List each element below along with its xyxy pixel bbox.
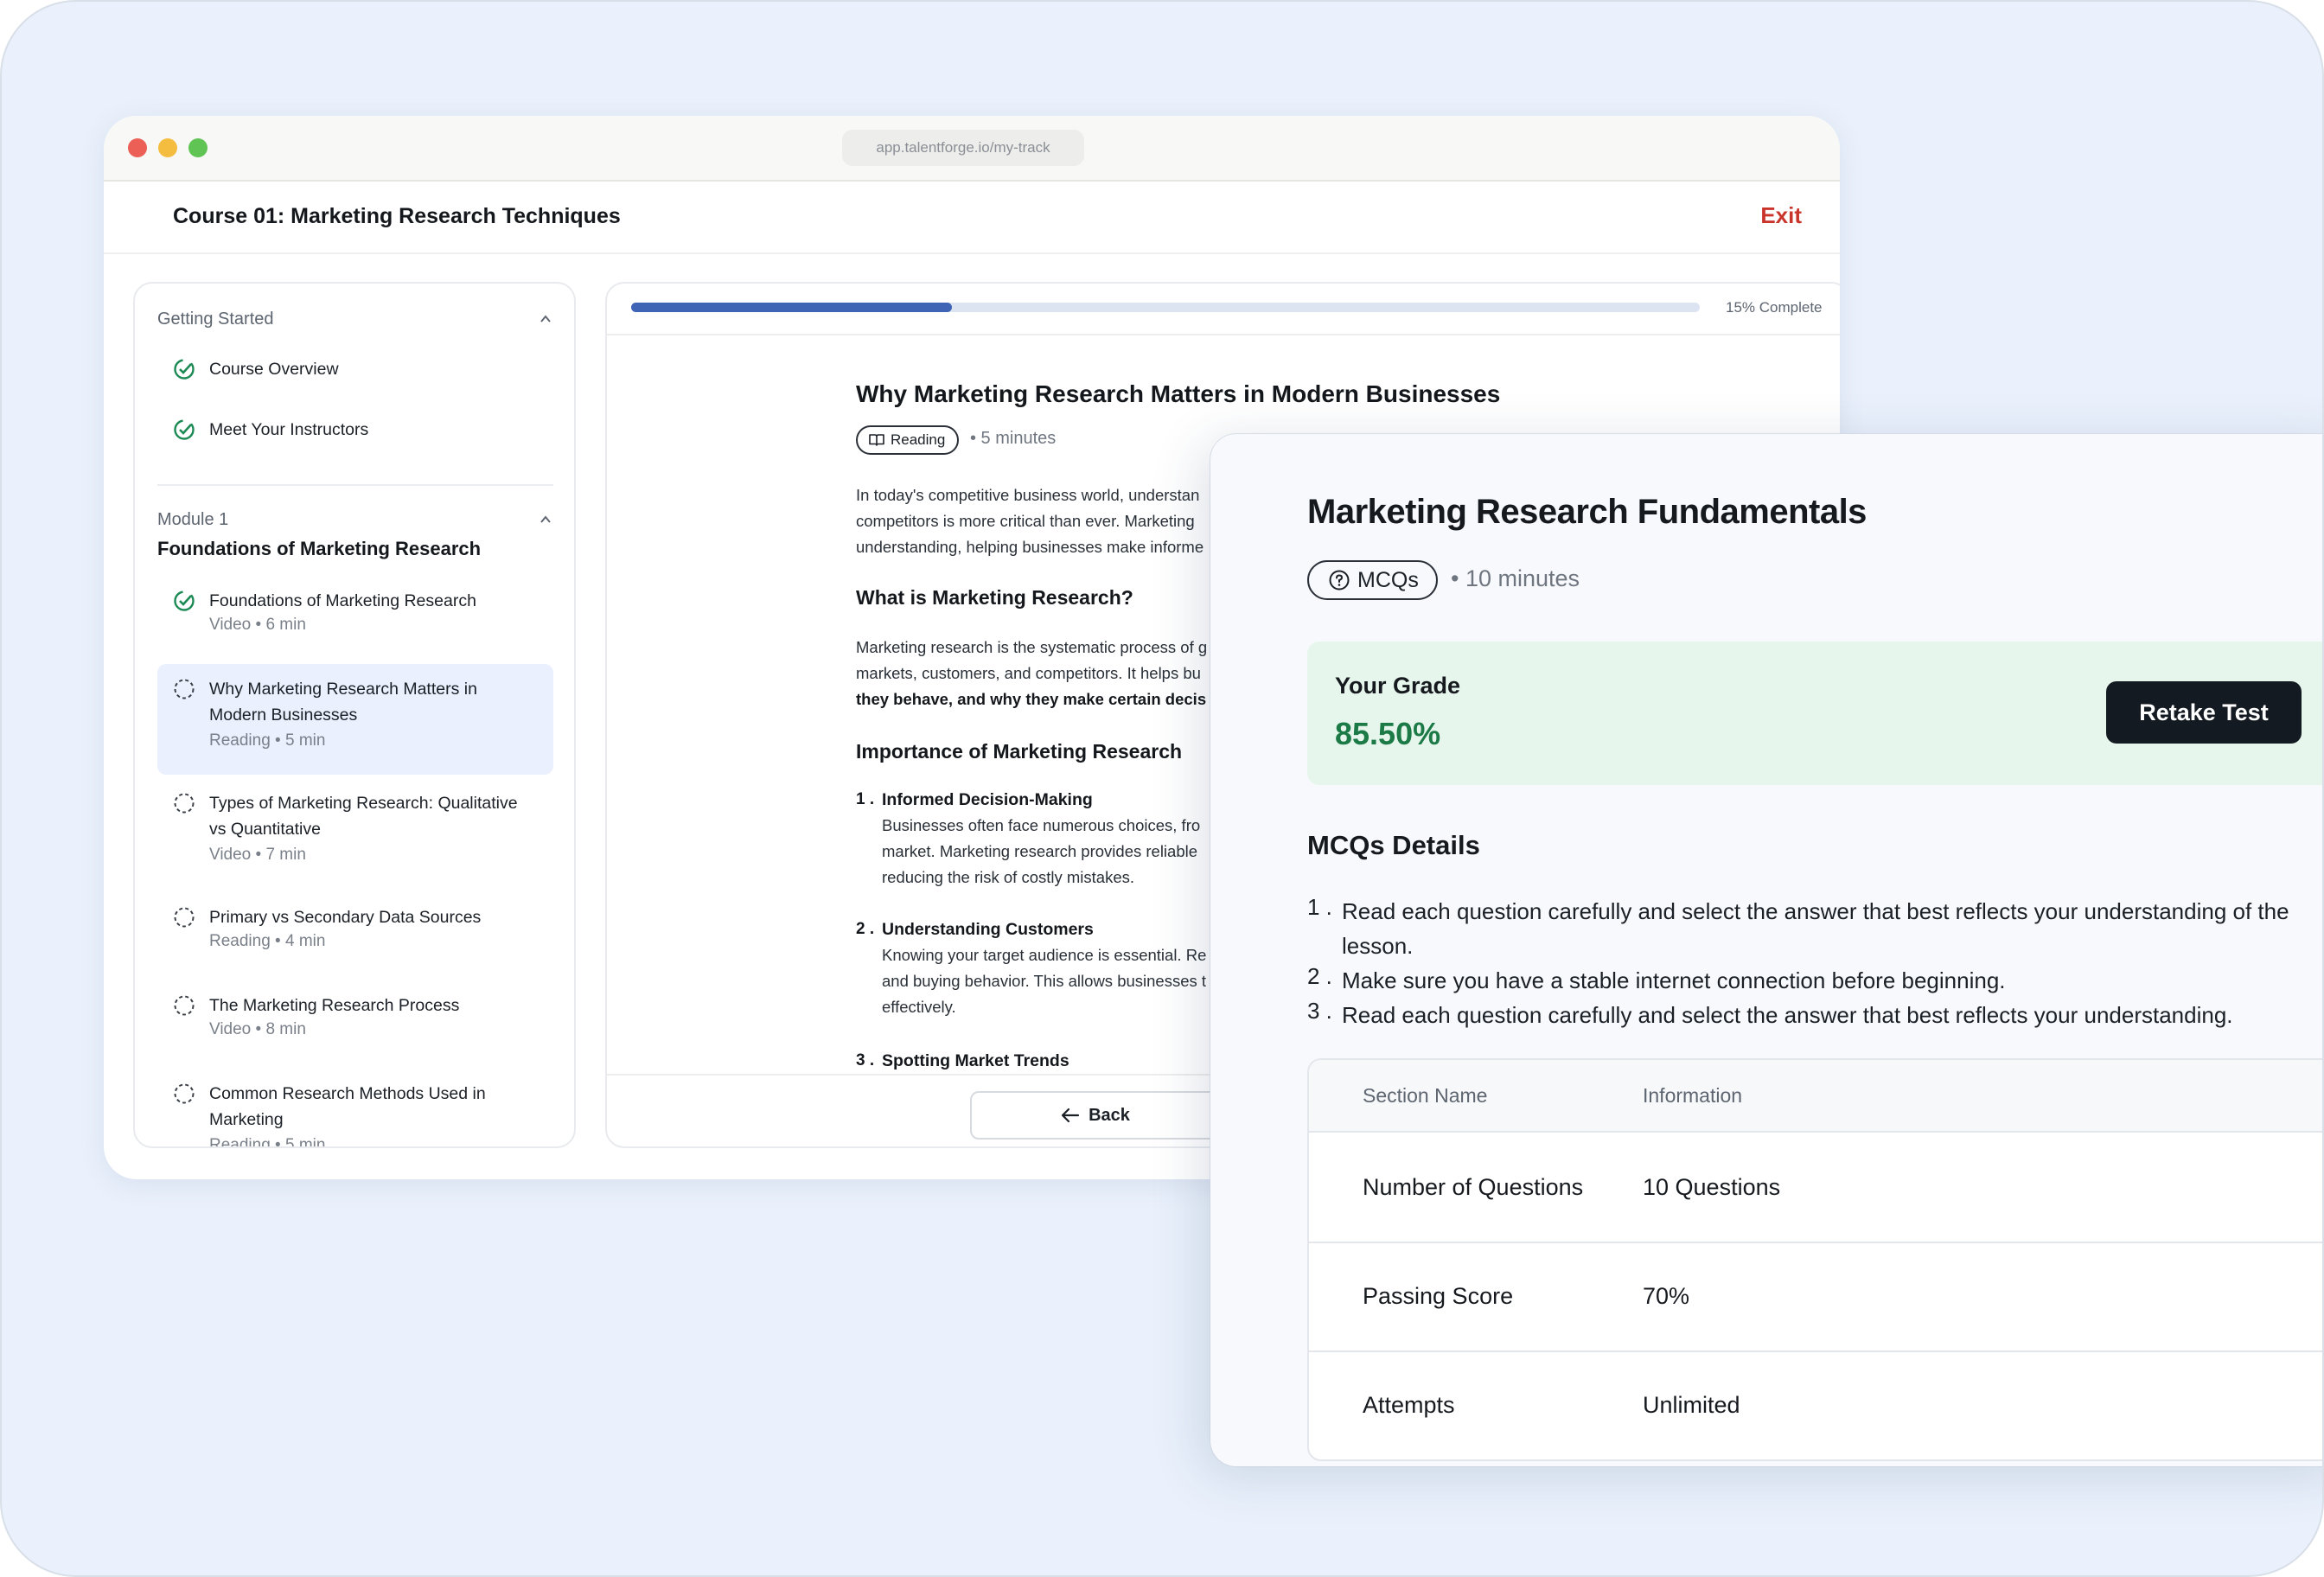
page-background: app.talentforge.io/my-track Course 01: M… — [0, 0, 2324, 1577]
lesson-title: Why Marketing Research Matters in Modern… — [856, 380, 1501, 407]
progress-bar — [631, 303, 1700, 312]
chevron-up-icon[interactable] — [540, 313, 552, 325]
sidebar-item-label: The Marketing Research Process — [209, 996, 460, 1015]
column-header: Information — [1643, 1084, 1743, 1107]
question-circle-icon — [1329, 570, 1350, 591]
chevron-up-icon[interactable] — [540, 514, 552, 526]
check-circle-icon — [174, 591, 195, 611]
lesson-type-badge: Reading — [856, 425, 960, 455]
table-cell: Number of Questions — [1363, 1174, 1584, 1200]
list-item-title: Spotting Market Trends — [882, 1051, 1069, 1070]
quiz-info-table: Section Name Information Number of Quest… — [1307, 1058, 2322, 1461]
sidebar-item-meta: Reading • 5 min — [209, 731, 326, 750]
pending-circle-icon — [174, 907, 195, 928]
pending-circle-icon — [174, 1083, 195, 1104]
instruction-item: Read each question carefully and select … — [1342, 898, 2289, 959]
instruction-number: 2 . — [1307, 963, 1332, 989]
table-cell: Attempts — [1363, 1392, 1455, 1418]
module-title: Foundations of Marketing Research — [157, 538, 482, 559]
sidebar-item-meta: Reading • 4 min — [209, 932, 326, 950]
url-bar[interactable]: app.talentforge.io/my-track — [842, 130, 1084, 166]
details-heading: MCQs Details — [1307, 830, 1480, 860]
progress-bar-fill — [631, 303, 952, 312]
progress-label: 15% Complete — [1726, 299, 1823, 316]
sidebar-divider — [157, 484, 553, 486]
retake-test-button[interactable]: Retake Test — [2106, 681, 2302, 744]
table-cell: Passing Score — [1363, 1283, 1514, 1309]
sidebar-item-label: Why Marketing Research Matters in Modern… — [209, 680, 477, 725]
lesson-duration: • 5 minutes — [970, 429, 1057, 448]
table-row: Number of Questions 10 Questions — [1309, 1134, 2322, 1243]
lesson-type-label: Reading — [891, 431, 946, 448]
back-button[interactable]: Back — [970, 1091, 1221, 1140]
list-item-title: Understanding Customers — [882, 920, 1094, 939]
section-heading: Importance of Marketing Research — [856, 740, 1183, 763]
course-title: Course 01: Marketing Research Techniques — [173, 204, 621, 228]
check-circle-icon — [174, 419, 195, 440]
pending-circle-icon — [174, 679, 195, 699]
table-row: Attempts Unlimited — [1309, 1352, 2322, 1459]
section-heading: What is Marketing Research? — [856, 586, 1133, 609]
list-number: 2 . — [856, 920, 875, 938]
exit-button[interactable]: Exit — [1760, 202, 1802, 229]
back-button-label: Back — [1089, 1105, 1130, 1125]
sidebar-item-meta: Reading • 5 min — [209, 1136, 326, 1148]
arrow-left-icon — [1061, 1108, 1080, 1123]
table-cell: 10 Questions — [1643, 1174, 1781, 1200]
sidebar-item-label: Foundations of Marketing Research — [209, 591, 476, 610]
sidebar-item-meta: Video • 8 min — [209, 1020, 306, 1038]
minimize-window-button[interactable] — [158, 138, 177, 157]
course-header: Course 01: Marketing Research Techniques… — [104, 182, 1840, 254]
table-cell: 70% — [1643, 1283, 1690, 1309]
sidebar-item-label: Course Overview — [209, 360, 339, 379]
grade-label: Your Grade — [1335, 673, 1461, 699]
quiz-type-label: MCQs — [1357, 567, 1419, 592]
close-window-button[interactable] — [128, 138, 147, 157]
sidebar-item-label: Primary vs Secondary Data Sources — [209, 908, 482, 927]
sidebar-item-label: Common Research Methods Used in Marketin… — [209, 1084, 486, 1129]
instruction-number: 1 . — [1307, 894, 1332, 920]
maximize-window-button[interactable] — [188, 138, 208, 157]
list-item-title: Informed Decision-Making — [882, 790, 1093, 809]
progress-divider — [607, 334, 1840, 335]
section-heading-getting-started: Getting Started — [157, 310, 274, 329]
instruction-number: 3 . — [1307, 998, 1332, 1024]
sidebar-item-meta: Video • 7 min — [209, 846, 306, 864]
grade-panel: Your Grade 85.50% Retake Test — [1307, 642, 2322, 785]
list-number: 3 . — [856, 1051, 875, 1069]
pending-circle-icon — [174, 995, 195, 1016]
quiz-card: Marketing Research Fundamentals MCQs • 1… — [1210, 434, 2322, 1466]
sidebar-item-label: Types of Marketing Research: Qualitative… — [209, 794, 518, 839]
sidebar-item-meta: Video • 6 min — [209, 616, 306, 634]
table-header: Section Name Information — [1309, 1060, 2322, 1133]
instruction-item: Read each question carefully and select … — [1342, 1002, 2233, 1028]
table-cell: Unlimited — [1643, 1392, 1740, 1418]
window-titlebar: app.talentforge.io/my-track — [104, 116, 1840, 182]
column-header: Section Name — [1363, 1084, 1488, 1107]
grade-value: 85.50% — [1335, 716, 1441, 751]
quiz-title: Marketing Research Fundamentals — [1307, 493, 1867, 531]
table-row: Passing Score 70% — [1309, 1243, 2322, 1352]
check-circle-icon — [174, 359, 195, 380]
quiz-type-badge: MCQs — [1307, 560, 1438, 600]
quiz-duration: • 10 minutes — [1451, 565, 1580, 591]
course-sidebar: Getting Started Course Overview Meet You… — [133, 282, 576, 1148]
pending-circle-icon — [174, 793, 195, 814]
sidebar-item-label: Meet Your Instructors — [209, 420, 369, 439]
list-number: 1 . — [856, 790, 875, 808]
section-heading-module: Module 1 — [157, 510, 229, 529]
instruction-item: Make sure you have a stable internet con… — [1342, 967, 2006, 993]
book-icon — [869, 434, 884, 446]
